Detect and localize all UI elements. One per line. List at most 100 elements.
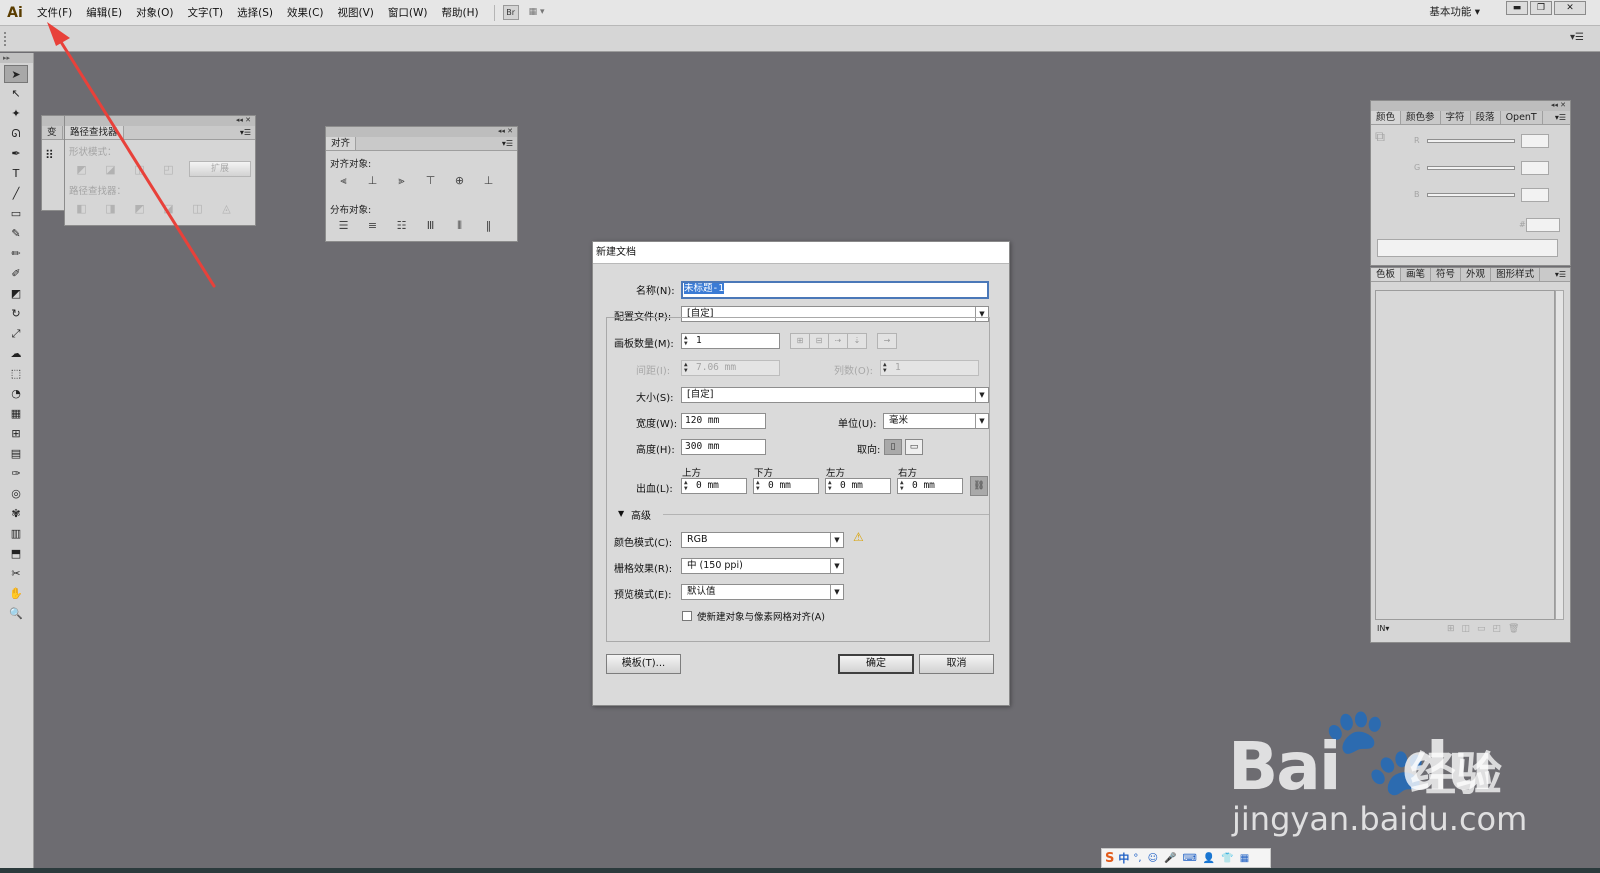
bleed-right-field[interactable]: ▲ ▼ 0 mm (897, 478, 963, 494)
paintbrush-tool-icon[interactable]: ✎ (4, 225, 28, 243)
templates-button[interactable]: 模板(T)... (606, 654, 681, 674)
menu-view[interactable]: 视图(V) (331, 0, 381, 26)
crop-icon[interactable]: ◪ (154, 202, 183, 215)
landscape-icon[interactable]: ▭ (905, 439, 923, 455)
arrange-documents-button[interactable]: ▦ ▾ (529, 5, 553, 20)
rectangle-tool-icon[interactable]: ▭ (4, 205, 28, 223)
restore-button[interactable]: ❐ (1530, 1, 1552, 15)
selection-tool-icon[interactable]: ➤ (4, 65, 28, 83)
color-mode-select[interactable]: RGB ▼ (681, 532, 844, 548)
layout-direction-icon[interactable]: → (877, 333, 897, 349)
distribute-horizontal-center-icon[interactable]: ⦀ (445, 219, 474, 233)
slider-r[interactable] (1427, 139, 1515, 143)
shape-builder-tool-icon[interactable]: ◔ (4, 385, 28, 403)
tab-color[interactable]: 颜色 (1371, 111, 1402, 124)
height-field[interactable]: 300 mm (681, 439, 766, 455)
swatch-footer-icons[interactable]: ⊞◫▭◰🗑 (1447, 624, 1526, 634)
tab-opentype[interactable]: OpenT (1501, 111, 1543, 124)
color-spectrum-bar[interactable] (1377, 239, 1558, 257)
slider-b[interactable] (1427, 193, 1515, 197)
microphone-icon[interactable]: 🎤 (1164, 853, 1176, 864)
g-value-field[interactable] (1521, 161, 1549, 175)
menu-type[interactable]: 文字(T) (181, 0, 231, 26)
rotate-tool-icon[interactable]: ↻ (4, 305, 28, 323)
swatches-scrollbar[interactable] (1555, 290, 1564, 620)
spinner-icon[interactable]: ▲ ▼ (684, 362, 692, 374)
bleed-bottom-field[interactable]: ▲ ▼ 0 mm (753, 478, 819, 494)
scale-tool-icon[interactable]: ⤢ (4, 325, 28, 343)
spinner-icon[interactable]: ▲ ▼ (684, 480, 692, 492)
zoom-tool-icon[interactable]: 🔍 (4, 605, 28, 623)
distribute-right-icon[interactable]: ‖ (474, 219, 503, 233)
pen-tool-icon[interactable]: ✒ (4, 145, 28, 163)
tab-graphic-styles[interactable]: 图形样式 (1491, 268, 1541, 281)
divide-icon[interactable]: ◧ (67, 202, 96, 215)
sogou-logo-icon[interactable]: S (1105, 851, 1114, 866)
columns-field[interactable]: ▲ ▼ 1 (880, 360, 979, 376)
align-left-icon[interactable]: ⫷ (329, 174, 358, 188)
toolbox-icon[interactable]: ▦ (1240, 853, 1249, 864)
bleed-top-field[interactable]: ▲ ▼ 0 mm (681, 478, 747, 494)
spinner-icon[interactable]: ▲ ▼ (900, 480, 908, 492)
align-bottom-icon[interactable]: ⊥ (474, 174, 503, 188)
slice-tool-icon[interactable]: ✂ (4, 565, 28, 583)
tab-paragraph[interactable]: 段落 (1471, 111, 1501, 124)
menu-effect[interactable]: 效果(C) (280, 0, 331, 26)
spinner-icon[interactable]: ▲ ▼ (756, 480, 764, 492)
minimize-button[interactable]: ▬ (1506, 1, 1528, 15)
close-button[interactable]: ✕ (1554, 1, 1586, 15)
panel-menu-icon[interactable]: ▾☰ (502, 137, 517, 150)
column-graph-tool-icon[interactable]: ▥ (4, 525, 28, 543)
hand-tool-icon[interactable]: ✋ (4, 585, 28, 603)
bleed-left-field[interactable]: ▲ ▼ 0 mm (825, 478, 891, 494)
grid-by-column-icon[interactable]: ⊟ (809, 333, 829, 349)
symbol-sprayer-tool-icon[interactable]: ✾ (4, 505, 28, 523)
r-value-field[interactable] (1521, 134, 1549, 148)
align-horizontal-center-icon[interactable]: ⊥ (358, 174, 387, 188)
mesh-tool-icon[interactable]: ⊞ (4, 425, 28, 443)
pencil-tool-icon[interactable]: ✏ (4, 245, 28, 263)
skin-icon[interactable]: 👕 (1221, 853, 1233, 864)
direct-selection-tool-icon[interactable]: ↖ (4, 85, 28, 103)
outline-icon[interactable]: ◫ (183, 202, 212, 215)
b-value-field[interactable] (1521, 188, 1549, 202)
emoji-icon[interactable]: ☺ (1148, 853, 1158, 864)
panel-menu-icon[interactable]: ▾☰ (240, 126, 255, 139)
units-select[interactable]: 毫米 ▼ (883, 413, 989, 429)
preview-mode-select[interactable]: 默认值 ▼ (681, 584, 844, 600)
spinner-icon[interactable]: ▲ ▼ (883, 362, 891, 374)
unite-icon[interactable]: ◩ (67, 163, 96, 176)
punctuation-icon[interactable]: °, (1133, 853, 1141, 864)
slider-g[interactable] (1427, 166, 1515, 170)
magic-wand-tool-icon[interactable]: ✦ (4, 105, 28, 123)
keyboard-icon[interactable]: ⌨ (1182, 853, 1196, 864)
tab-symbols[interactable]: 符号 (1431, 268, 1462, 281)
panel-menu-icon[interactable]: ▾☰ (1570, 32, 1584, 43)
tab-pathfinder[interactable]: 路径查找器 (65, 126, 124, 139)
distribute-vertical-center-icon[interactable]: ≡ (358, 219, 387, 233)
eraser-tool-icon[interactable]: ◩ (4, 285, 28, 303)
tab-appearance[interactable]: 外观 (1461, 268, 1492, 281)
distribute-top-icon[interactable]: ☰ (329, 219, 358, 233)
width-field[interactable]: 120 mm (681, 413, 766, 429)
artboard-tool-icon[interactable]: ⬒ (4, 545, 28, 563)
align-top-icon[interactable]: ⊤ (416, 174, 445, 188)
tab-align[interactable]: 对齐 (326, 137, 357, 150)
spacing-field[interactable]: ▲ ▼ 7.06 mm (681, 360, 780, 376)
grid-by-row-icon[interactable]: ⊞ (790, 333, 810, 349)
advanced-toggle-icon[interactable]: ▼ (618, 509, 624, 518)
free-transform-tool-icon[interactable]: ⬚ (4, 365, 28, 383)
grip-handle[interactable] (4, 32, 6, 46)
merge-icon[interactable]: ◩ (125, 202, 154, 215)
lasso-tool-icon[interactable]: ᘏ (4, 125, 28, 143)
distribute-left-icon[interactable]: Ⅲ (416, 219, 445, 233)
type-tool-icon[interactable]: T (4, 165, 28, 183)
size-select[interactable]: [自定] ▼ (681, 387, 989, 403)
hex-value-field[interactable] (1526, 218, 1560, 232)
line-tool-icon[interactable]: ╱ (4, 185, 28, 203)
ime-language-toggle[interactable]: 中 (1118, 850, 1129, 866)
advanced-label[interactable]: 高级 (631, 507, 651, 522)
menu-window[interactable]: 窗口(W) (381, 0, 435, 26)
exclude-icon[interactable]: ◰ (154, 163, 183, 176)
pixel-grid-checkbox[interactable] (682, 611, 692, 621)
